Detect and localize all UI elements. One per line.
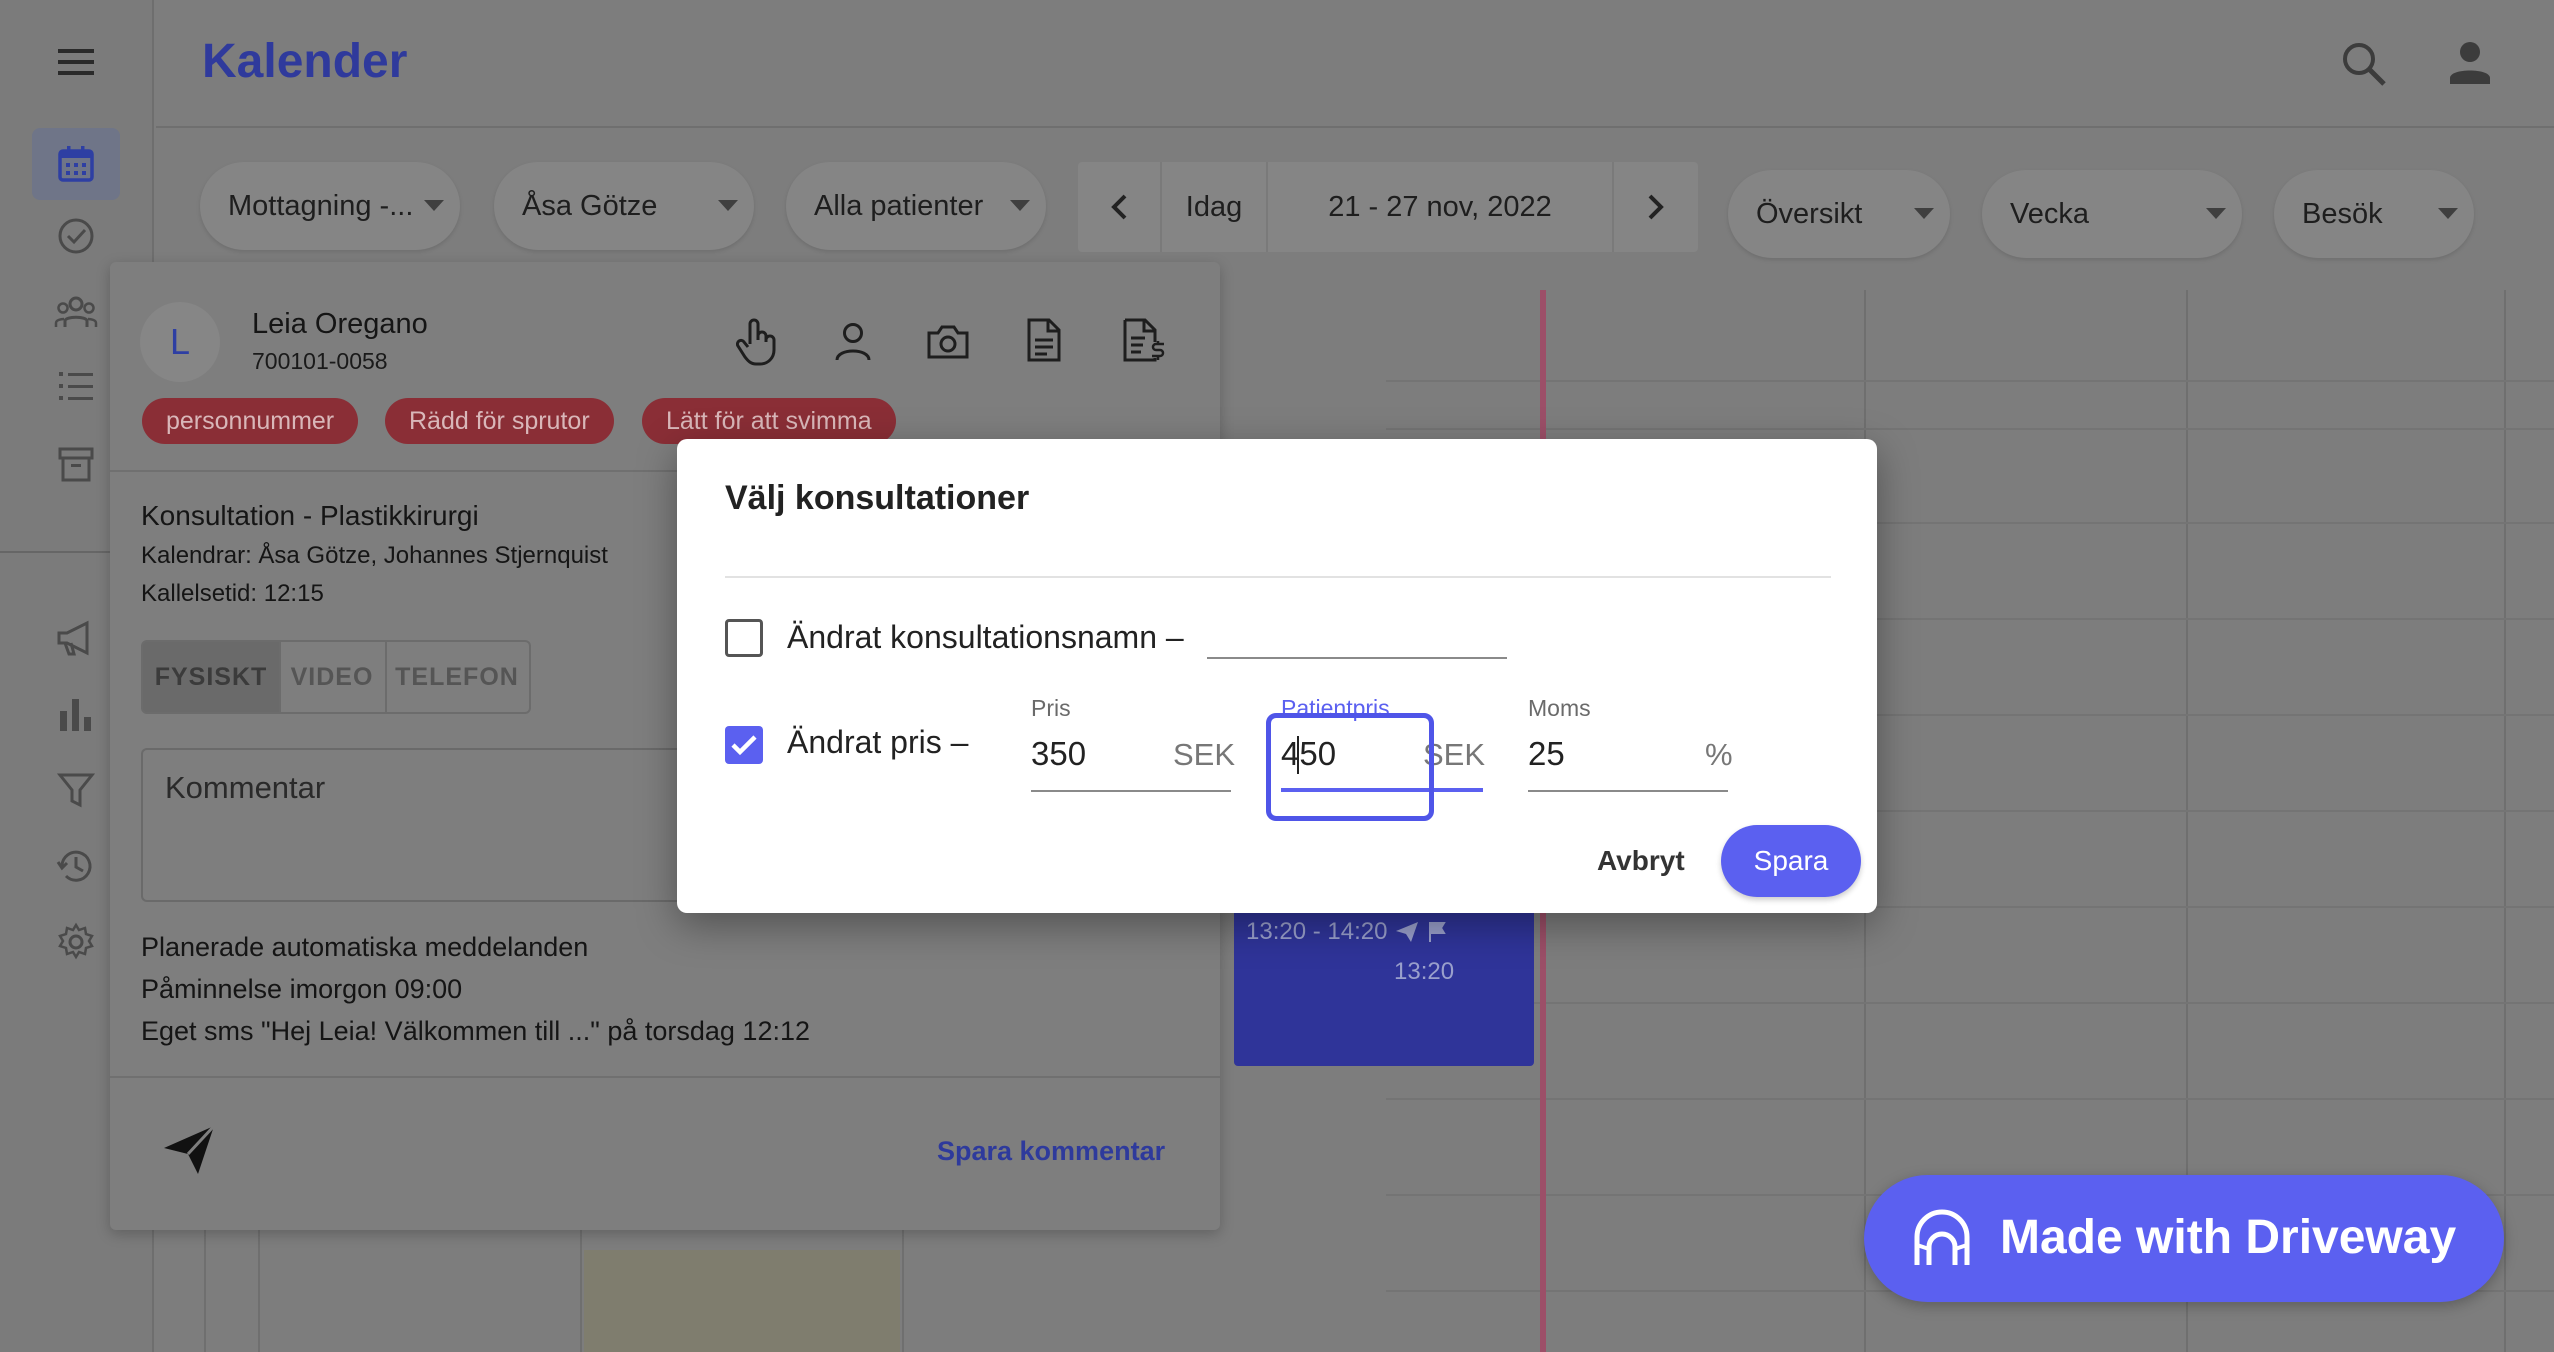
groups-icon[interactable] [46, 282, 106, 342]
save-comment-button[interactable]: Spara kommentar [937, 1136, 1165, 1167]
event-time-row: 13:20 - 14:20 [1246, 918, 1449, 946]
person-icon[interactable] [834, 322, 872, 362]
vat-underline [1528, 790, 1728, 792]
call-time: Kallelsetid: 12:15 [141, 580, 324, 607]
dialog-divider [725, 576, 1831, 578]
megaphone-icon[interactable] [46, 608, 106, 668]
cancel-button[interactable]: Avbryt [1597, 845, 1685, 877]
visit-type-phone[interactable]: TELEFON [385, 640, 531, 714]
driveway-logo-icon [1912, 1209, 1972, 1267]
chevron-down-icon [718, 200, 738, 211]
patients-select[interactable]: Alla patienter [786, 162, 1046, 250]
send-message-icon[interactable] [162, 1124, 216, 1176]
account-icon[interactable] [2448, 40, 2492, 86]
patient-tag: Lätt för att svimma [642, 398, 896, 444]
reception-select-value: Mottagning -... [228, 189, 414, 222]
check-circle-icon[interactable] [46, 206, 106, 266]
settings-icon[interactable] [46, 912, 106, 972]
archive-icon[interactable] [46, 434, 106, 494]
vat-suffix: % [1705, 737, 1733, 772]
flag-icon [1429, 922, 1447, 942]
period-select[interactable]: Vecka [1982, 170, 2242, 258]
vat-label: Moms [1528, 695, 1591, 721]
send-icon [1396, 922, 1419, 942]
next-week-button[interactable] [1614, 162, 1698, 252]
chevron-down-icon [424, 200, 444, 211]
calendar-highlight-cell [584, 1250, 900, 1352]
date-navigation: Idag 21 - 27 nov, 2022 [1078, 162, 1698, 252]
calendar-icon[interactable] [32, 128, 120, 200]
chevron-right-icon [1648, 194, 1664, 220]
patients-select-value: Alla patienter [814, 189, 984, 222]
avatar: L [140, 302, 220, 382]
price-changed-label: Ändrat pris – [787, 724, 969, 760]
comment-placeholder: Kommentar [165, 770, 326, 805]
price-label: Pris [1031, 695, 1071, 721]
checkmark-icon [731, 735, 757, 756]
name-changed-label: Ändrat konsultationsnamn – [787, 619, 1184, 655]
chevron-down-icon [2438, 208, 2458, 219]
practitioner-select[interactable]: Åsa Götze [494, 162, 754, 250]
price-value[interactable]: 350 [1031, 735, 1086, 773]
today-button[interactable]: Idag [1162, 162, 1268, 252]
patient-name: Leia Oregano [252, 308, 428, 340]
price-changed-checkbox[interactable] [725, 726, 763, 764]
camera-icon[interactable] [926, 324, 970, 360]
chevron-down-icon [1914, 208, 1934, 219]
period-select-value: Vecka [2010, 197, 2089, 230]
reception-select[interactable]: Mottagning -... [200, 162, 460, 250]
menu-icon[interactable] [46, 32, 106, 92]
event-start-time: 13:20 [1394, 958, 1455, 985]
chevron-down-icon [1010, 200, 1030, 211]
history-icon[interactable] [46, 836, 106, 896]
patient-tag: Rädd för sprutor [385, 398, 614, 444]
vat-value[interactable]: 25 [1528, 735, 1565, 773]
consultation-name-input[interactable] [1207, 657, 1507, 659]
price-underline [1031, 790, 1231, 792]
consultation-dialog: Välj konsultationer Ändrat konsultations… [677, 439, 1877, 913]
save-button[interactable]: Spara [1721, 825, 1861, 897]
price-suffix: SEK [1173, 737, 1236, 772]
previous-week-button[interactable] [1078, 162, 1162, 252]
visit-type-physical[interactable]: FYSISKT [141, 640, 281, 714]
messages-heading: Planerade automatiska meddelanden [141, 932, 589, 962]
overview-select[interactable]: Översikt [1728, 170, 1950, 258]
dialog-title: Välj konsultationer [725, 479, 1030, 517]
badge-text: Made with Driveway [2000, 1211, 2457, 1264]
patient-tag: personnummer [142, 398, 359, 444]
list-icon[interactable] [46, 356, 106, 416]
made-with-driveway-badge[interactable]: Made with Driveway [1864, 1175, 2504, 1302]
page-title: Kalender [202, 35, 408, 88]
bar-chart-icon[interactable] [46, 684, 106, 744]
practitioner-select-value: Åsa Götze [522, 189, 658, 222]
date-range[interactable]: 21 - 27 nov, 2022 [1268, 162, 1614, 252]
calendar-event[interactable]: 13:20 - 14:20 13:20 [1234, 900, 1534, 1066]
message-sms: Eget sms "Hej Leia! Välkommen till ..." … [141, 1016, 810, 1046]
chevron-down-icon [2206, 208, 2226, 219]
card-divider [110, 1076, 1220, 1078]
chevron-left-icon [1111, 194, 1127, 220]
search-icon[interactable] [2340, 40, 2388, 88]
filter-icon[interactable] [46, 760, 106, 820]
focus-highlight [1266, 713, 1434, 821]
type-select[interactable]: Besök [2274, 170, 2474, 258]
calendars-text: Kalendrar: Åsa Götze, Johannes Stjernqui… [141, 542, 608, 569]
visit-type-video[interactable]: VIDEO [279, 640, 387, 714]
personal-number: 700101-0058 [252, 348, 388, 374]
event-time-range: 13:20 - 14:20 [1246, 918, 1388, 945]
hand-pointer-icon[interactable] [736, 318, 778, 366]
overview-select-value: Översikt [1756, 197, 1863, 230]
name-changed-checkbox[interactable] [725, 619, 763, 657]
app-header [156, 0, 2554, 128]
comment-input[interactable]: Kommentar [141, 748, 701, 902]
document-icon[interactable] [1026, 318, 1062, 362]
invoice-icon[interactable] [1122, 318, 1166, 364]
type-select-value: Besök [2302, 197, 2383, 230]
consultation-title: Konsultation - Plastikkirurgi [141, 500, 479, 531]
message-reminder: Påminnelse imorgon 09:00 [141, 974, 463, 1004]
